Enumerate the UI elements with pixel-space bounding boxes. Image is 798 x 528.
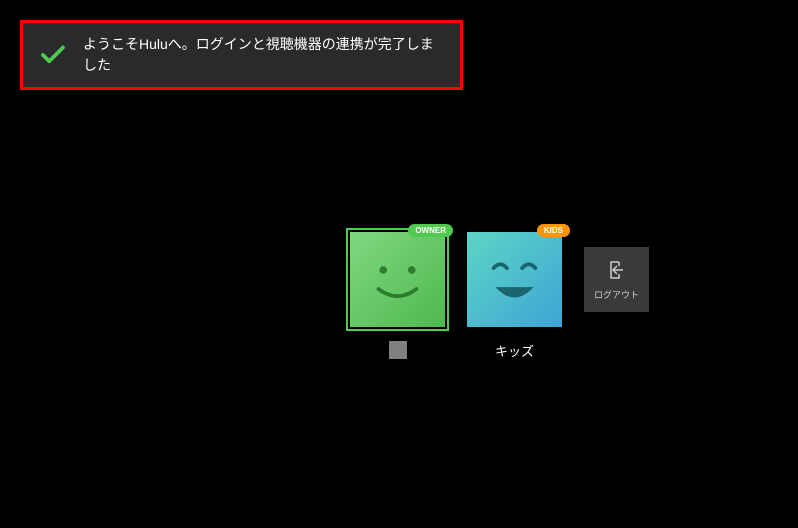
kids-badge: KIDS [537,224,570,237]
toast-message: ようこそHuluへ。ログインと視聴機器の連携が完了しました [83,34,445,76]
welcome-toast: ようこそHuluへ。ログインと視聴機器の連携が完了しました [20,20,463,90]
profile-label-redacted [389,341,407,359]
profiles-container: OWNER KIDS [350,232,649,360]
smile-face-icon [350,232,445,327]
laugh-face-icon [467,232,562,327]
profile-owner[interactable]: OWNER [350,232,445,359]
logout-button[interactable]: ログアウト [584,247,649,312]
logout-icon [605,258,629,282]
logout-label: ログアウト [594,288,639,301]
owner-badge: OWNER [408,224,453,237]
profile-avatar-owner: OWNER [350,232,445,327]
profile-avatar-kids: KIDS [467,232,562,327]
profile-label-kids: キッズ [495,341,534,360]
check-icon [38,40,68,70]
profile-kids[interactable]: KIDS キッズ [467,232,562,360]
